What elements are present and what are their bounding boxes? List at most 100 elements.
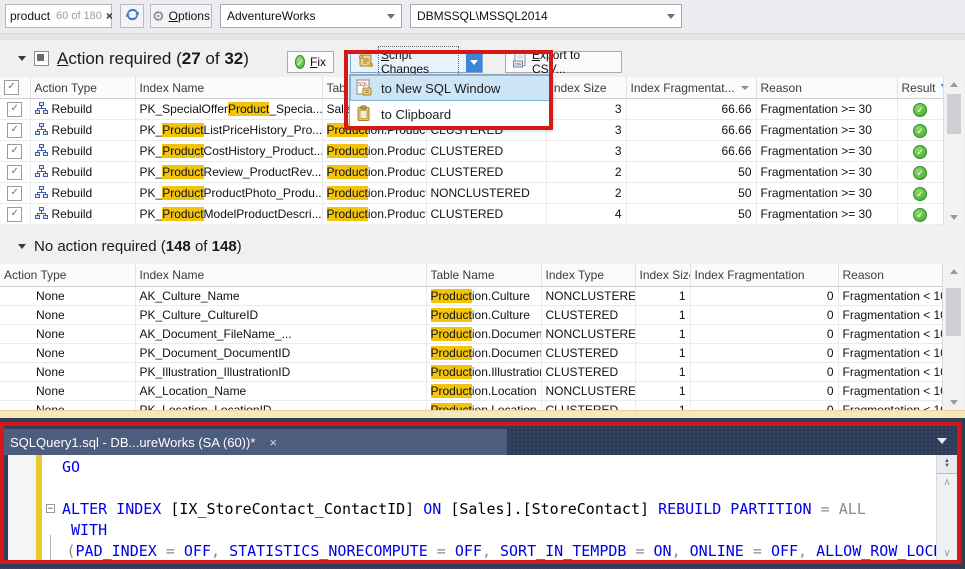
scroll-up-icon[interactable] bbox=[943, 264, 964, 279]
sql-code[interactable]: GO−ALTER INDEX [IX_StoreContact_ContactI… bbox=[8, 457, 937, 563]
scroll-down-icon[interactable]: ∨ bbox=[937, 548, 957, 559]
no-action-table-row[interactable]: NonePK_Culture_CultureIDProduction.Cultu… bbox=[0, 306, 942, 325]
clear-search-icon[interactable]: × bbox=[106, 9, 113, 23]
cell-reason: Fragmentation < 10 bbox=[838, 344, 942, 363]
collapse-caret-icon[interactable] bbox=[18, 56, 26, 61]
scroll-down-icon[interactable] bbox=[944, 210, 964, 225]
cell-index-type: CLUSTERED bbox=[541, 363, 635, 382]
scroll-down-icon[interactable] bbox=[943, 395, 964, 410]
database-dropdown[interactable]: AdventureWorks bbox=[220, 4, 402, 28]
col-index-name[interactable]: Index Name bbox=[135, 264, 426, 287]
menu-item-label: to Clipboard bbox=[381, 107, 451, 122]
cell-index-name: AK_Culture_Name bbox=[135, 287, 426, 306]
row-checkbox[interactable]: ✓ bbox=[7, 144, 22, 159]
cell-action-type: None bbox=[0, 363, 135, 382]
row-checkbox[interactable]: ✓ bbox=[7, 102, 22, 117]
row-checkbox[interactable]: ✓ bbox=[7, 123, 22, 138]
search-input[interactable]: product 60 of 180 × bbox=[5, 4, 112, 28]
close-icon[interactable]: × bbox=[269, 435, 277, 450]
select-all-checkbox[interactable] bbox=[34, 51, 49, 66]
success-icon: ✓ bbox=[913, 124, 927, 138]
sql-dock-window: SQLQuery1.sql - DB...ureWorks (SA (60))*… bbox=[0, 418, 965, 569]
fix-button[interactable]: ✓ Fix bbox=[287, 51, 334, 73]
script-changes-dropdown-arrow[interactable] bbox=[466, 52, 482, 72]
action-table-row[interactable]: ✓RebuildPK_ProductCostHistory_Product...… bbox=[0, 141, 943, 162]
scroll-up-icon[interactable] bbox=[944, 77, 964, 92]
col-index-fragmentation[interactable]: Index Fragmentation bbox=[690, 264, 838, 287]
no-action-table-row[interactable]: NonePK_Document_DocumentIDProduction.Doc… bbox=[0, 344, 942, 363]
sql-query-tab[interactable]: SQLQuery1.sql - DB...ureWorks (SA (60))*… bbox=[2, 429, 507, 455]
col-index-fragmentation[interactable]: Index Fragmentat... bbox=[626, 77, 756, 99]
col-index-name[interactable]: Index Name bbox=[135, 77, 322, 99]
server-dropdown[interactable]: DBMSSQL\MSSQL2014 bbox=[410, 4, 682, 28]
cell-table-name: Production.Culture bbox=[426, 306, 541, 325]
no-action-table-header-row: Action Type Index Name Table Name Index … bbox=[0, 264, 942, 287]
no-action-table-row[interactable]: NoneAK_Location_NameProduction.LocationN… bbox=[0, 382, 942, 401]
menu-item-to-new-sql-window[interactable]: SQLto New SQL Window bbox=[350, 75, 550, 101]
row-checkbox[interactable]: ✓ bbox=[7, 186, 22, 201]
cell-reason: Fragmentation < 10 bbox=[838, 325, 942, 344]
cell-index-size: 1 bbox=[635, 382, 690, 401]
cell-reason: Fragmentation < 10 bbox=[838, 382, 942, 401]
col-result[interactable]: Result bbox=[897, 77, 943, 99]
tab-list-dropdown-icon[interactable] bbox=[937, 438, 947, 444]
action-table-row[interactable]: ✓RebuildPK_ProductProductPhoto_Produ...P… bbox=[0, 183, 943, 204]
export-csv-button[interactable]: csv Export to CSV... bbox=[505, 51, 622, 73]
col-index-type[interactable]: Index Type bbox=[541, 264, 635, 287]
cell-index-type: NONCLUSTERED bbox=[541, 287, 635, 306]
col-index-size[interactable]: Index Size bbox=[546, 77, 626, 99]
cell-index-fragmentation: 50 bbox=[626, 204, 756, 225]
row-checkbox[interactable]: ✓ bbox=[7, 207, 22, 222]
cell-table-name: Production.Location bbox=[426, 382, 541, 401]
code-line: (PAD_INDEX = OFF, STATISTICS_NORECOMPUTE… bbox=[8, 541, 937, 562]
row-checkbox[interactable]: ✓ bbox=[7, 165, 22, 180]
cell-index-type: NONCLUSTERED bbox=[426, 183, 546, 204]
cell-action-type: Rebuild bbox=[30, 99, 135, 120]
sql-editor[interactable]: GO−ALTER INDEX [IX_StoreContact_ContactI… bbox=[8, 455, 957, 563]
cell-index-size: 4 bbox=[546, 204, 626, 225]
cell-action-type: Rebuild bbox=[30, 120, 135, 141]
scrollbar-thumb[interactable] bbox=[946, 288, 961, 336]
script-changes-button[interactable]: Script Changes bbox=[350, 51, 483, 73]
split-editor-handle[interactable]: ▲▼ bbox=[937, 455, 957, 474]
collapse-caret-icon[interactable] bbox=[18, 244, 26, 249]
cell-index-size: 3 bbox=[546, 99, 626, 120]
no-action-table-row[interactable]: NoneAK_Document_FileName_...Production.D… bbox=[0, 325, 942, 344]
no-action-table-scrollbar[interactable] bbox=[942, 264, 964, 410]
scroll-up-icon[interactable]: ∧ bbox=[937, 477, 957, 488]
refresh-button[interactable] bbox=[120, 4, 144, 28]
action-table-row[interactable]: ✓RebuildPK_ProductModelProductDescri...P… bbox=[0, 204, 943, 225]
col-action-type[interactable]: Action Type bbox=[30, 77, 135, 99]
cell-index-name: AK_Location_Name bbox=[135, 382, 426, 401]
cell-table-name: Production.ProductP... bbox=[322, 183, 426, 204]
chevron-down-icon bbox=[667, 14, 675, 19]
scrollbar-thumb[interactable] bbox=[947, 94, 961, 134]
cell-index-name: PK_Illustration_IllustrationID bbox=[135, 363, 426, 382]
cell-index-fragmentation: 0 bbox=[690, 306, 838, 325]
refresh-icon bbox=[125, 7, 140, 25]
col-table-name[interactable]: Table Name bbox=[426, 264, 541, 287]
cell-index-fragmentation: 0 bbox=[690, 344, 838, 363]
section-title: Action required bbox=[57, 49, 171, 68]
cell-action-type: Rebuild bbox=[30, 162, 135, 183]
col-index-size[interactable]: Index Size bbox=[635, 264, 690, 287]
cell-reason: Fragmentation < 10 bbox=[838, 306, 942, 325]
index-tree-icon bbox=[35, 123, 48, 135]
cell-index-size: 1 bbox=[635, 363, 690, 382]
col-action-type[interactable]: Action Type bbox=[0, 264, 135, 287]
cell-index-size: 2 bbox=[546, 162, 626, 183]
header-checkbox[interactable]: ✓ bbox=[4, 80, 19, 95]
action-table-row[interactable]: ✓RebuildPK_ProductReview_ProductRev...Pr… bbox=[0, 162, 943, 183]
fold-collapse-icon[interactable]: − bbox=[46, 504, 55, 513]
cell-index-size: 3 bbox=[546, 141, 626, 162]
options-button[interactable]: ⚙ Options bbox=[150, 4, 212, 28]
cell-table-name: Production.Illustration bbox=[426, 363, 541, 382]
col-reason[interactable]: Reason bbox=[756, 77, 897, 99]
no-action-table-row[interactable]: NonePK_Illustration_IllustrationIDProduc… bbox=[0, 363, 942, 382]
editor-scrollbar[interactable]: ▲▼ ∧ ∨ bbox=[936, 455, 957, 563]
col-reason[interactable]: Reason bbox=[838, 264, 942, 287]
script-icon bbox=[358, 54, 374, 71]
no-action-table-row[interactable]: NoneAK_Culture_NameProduction.CultureNON… bbox=[0, 287, 942, 306]
menu-item-to-clipboard[interactable]: to Clipboard bbox=[350, 101, 550, 127]
action-table-scrollbar[interactable] bbox=[943, 77, 964, 225]
